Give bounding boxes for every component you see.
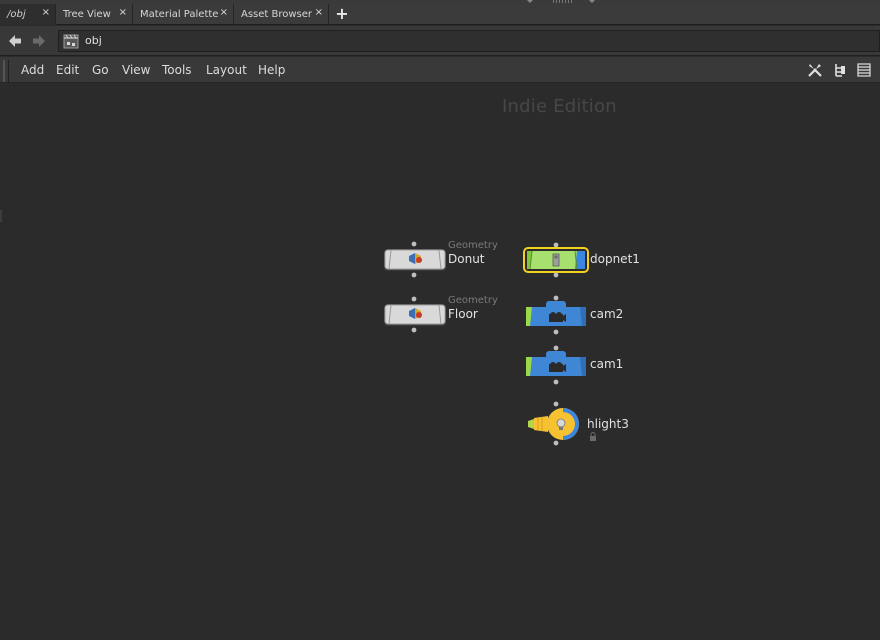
node-hlight3[interactable]: hlight3 — [526, 400, 656, 448]
back-arrow-icon[interactable] — [7, 33, 23, 49]
camera-node-icon[interactable] — [522, 345, 590, 387]
collapse-up-icon[interactable] — [527, 0, 533, 3]
edition-watermark: Indie Edition — [502, 96, 617, 117]
tab-obj[interactable]: /obj × — [0, 4, 56, 25]
tree-icon[interactable] — [832, 62, 848, 78]
menu-layout[interactable]: Layout — [206, 63, 247, 77]
node-cam1[interactable]: cam1 — [522, 345, 652, 387]
node-name-label[interactable]: dopnet1 — [590, 252, 640, 266]
tab-label: /obj — [7, 9, 26, 20]
path-field[interactable]: obj — [58, 30, 880, 52]
close-icon[interactable]: × — [220, 7, 228, 18]
lock-icon — [590, 432, 596, 441]
network-editor-pane: /obj × Tree View × Material Palette × As… — [0, 0, 880, 640]
node-name-label[interactable]: hlight3 — [587, 417, 629, 431]
node-type-label: Geometry — [448, 295, 498, 306]
tab-material-palette[interactable]: Material Palette × — [133, 4, 234, 25]
close-icon[interactable]: × — [315, 7, 323, 18]
menu-view[interactable]: View — [122, 63, 150, 77]
dopnet-node-icon[interactable] — [522, 240, 590, 280]
light-node-icon[interactable] — [526, 400, 586, 448]
node-dopnet1[interactable]: dopnet1 — [522, 240, 652, 280]
node-name-label[interactable]: Floor — [448, 307, 478, 321]
node-floor[interactable]: Geometry Floor — [382, 295, 512, 335]
path-bar: obj — [0, 26, 880, 56]
canvas-edge-handle — [0, 210, 2, 222]
menu-tools[interactable]: Tools — [162, 63, 192, 77]
forward-arrow-icon[interactable] — [31, 33, 47, 49]
list-icon[interactable] — [856, 62, 872, 78]
menu-add[interactable]: Add — [21, 63, 44, 77]
node-cam2[interactable]: cam2 — [522, 295, 652, 337]
pane-tab-bar: /obj × Tree View × Material Palette × As… — [0, 4, 880, 25]
menu-edit[interactable]: Edit — [56, 63, 79, 77]
wrench-icon[interactable] — [807, 62, 823, 78]
node-name-label[interactable]: cam1 — [590, 357, 623, 371]
node-type-label: Geometry — [448, 240, 498, 251]
close-icon[interactable]: × — [119, 7, 127, 18]
tab-tree-view[interactable]: Tree View × — [56, 4, 133, 25]
toolbar-grip[interactable] — [3, 60, 9, 82]
tab-asset-browser[interactable]: Asset Browser × — [234, 4, 329, 25]
camera-node-icon[interactable] — [522, 295, 590, 337]
grip-icon[interactable] — [553, 0, 573, 3]
node-donut[interactable]: Geometry Donut — [382, 240, 512, 280]
tab-label: Tree View — [63, 9, 111, 20]
network-canvas[interactable]: Indie Edition Geometry Donut Geometry Fl… — [0, 84, 880, 640]
menu-go[interactable]: Go — [92, 63, 109, 77]
node-name-label[interactable]: Donut — [448, 252, 485, 266]
close-icon[interactable]: × — [42, 7, 50, 18]
tab-label: Material Palette — [140, 9, 219, 20]
collapse-down-icon[interactable] — [589, 0, 595, 3]
obj-network-icon — [63, 34, 79, 49]
tab-label: Asset Browser — [241, 9, 313, 20]
path-segment-obj[interactable]: obj — [85, 34, 102, 47]
menu-bar: Add Edit Go View Tools Layout Help — [0, 57, 880, 83]
geometry-node-icon[interactable] — [382, 240, 448, 280]
add-tab-button[interactable]: + — [333, 5, 351, 23]
geometry-node-icon[interactable] — [382, 295, 448, 335]
node-name-label[interactable]: cam2 — [590, 307, 623, 321]
menu-help[interactable]: Help — [258, 63, 285, 77]
